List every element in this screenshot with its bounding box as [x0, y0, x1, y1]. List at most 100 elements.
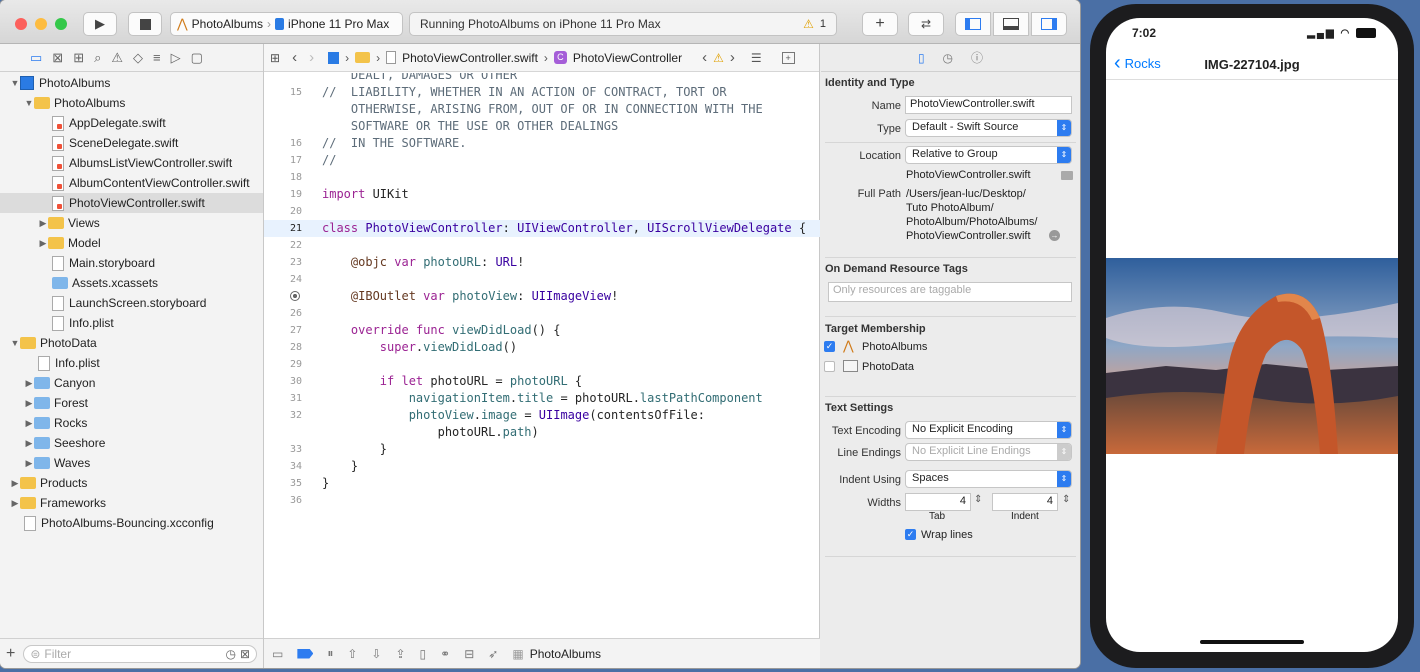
tree-item[interactable]: ▶ Products: [0, 473, 263, 493]
target-photodata-checkbox[interactable]: [824, 361, 835, 372]
disclosure-closed-icon[interactable]: ▶: [10, 478, 20, 489]
folder-icon[interactable]: [355, 52, 371, 63]
code-area[interactable]: DEALT, DAMAGES OR OTHER 15 // LIABILITY, W…: [264, 73, 820, 638]
disclosure-closed-icon[interactable]: ▶: [24, 378, 34, 389]
line-number[interactable]: 15: [264, 84, 302, 101]
folder-icon[interactable]: ▭: [30, 50, 42, 66]
jump-file[interactable]: PhotoViewController.swift: [402, 51, 538, 65]
file-icon[interactable]: ▯: [918, 51, 925, 65]
wrap-lines-checkbox[interactable]: ✓: [905, 529, 916, 540]
tree-item[interactable]: LaunchScreen.storyboard: [0, 293, 263, 313]
line-number[interactable]: 18: [264, 169, 302, 186]
tree-item[interactable]: ▶ Waves: [0, 453, 263, 473]
tree-item[interactable]: ▼ PhotoAlbums: [0, 73, 263, 93]
line-number[interactable]: 22: [264, 237, 302, 254]
outlet-connection-icon[interactable]: [290, 291, 300, 301]
environment-icon[interactable]: ⊟: [464, 647, 474, 661]
zoom-window-button[interactable]: [55, 18, 67, 30]
step-out-icon[interactable]: ⇪: [395, 647, 405, 661]
tree-item[interactable]: ▶ Views: [0, 213, 263, 233]
toggle-inspector-button[interactable]: [1031, 12, 1067, 36]
type-popup[interactable]: Default - Swift Source ⇕: [905, 119, 1072, 137]
add-icon[interactable]: +: [6, 645, 15, 663]
debug-target[interactable]: PhotoAlbums: [530, 647, 601, 661]
tree-item[interactable]: ▼ PhotoData: [0, 333, 263, 353]
line-number[interactable]: 32: [264, 407, 302, 424]
line-number[interactable]: 19: [264, 186, 302, 203]
disclosure-closed-icon[interactable]: ▶: [38, 238, 48, 249]
line-number[interactable]: 23: [264, 254, 302, 271]
line-number[interactable]: 36: [264, 492, 302, 509]
home-indicator[interactable]: [1200, 640, 1304, 644]
symbol-icon[interactable]: ⊞: [73, 50, 84, 66]
line-number[interactable]: 35: [264, 475, 302, 492]
line-number[interactable]: 30: [264, 373, 302, 390]
disclosure-closed-icon[interactable]: ▶: [10, 498, 20, 509]
name-field[interactable]: PhotoViewController.swift: [905, 96, 1072, 114]
recent-icon[interactable]: ◷: [225, 647, 235, 661]
next-issue-icon[interactable]: ›: [730, 49, 735, 66]
breakpoints-icon[interactable]: [297, 648, 314, 659]
source-control-icon[interactable]: ⊠: [52, 50, 63, 66]
issue-icon[interactable]: ⚠: [111, 50, 123, 66]
tree-item[interactable]: ▶ Frameworks: [0, 493, 263, 513]
tree-item[interactable]: Assets.xcassets: [0, 273, 263, 293]
prev-issue-icon[interactable]: ‹: [702, 49, 707, 66]
minimap-icon[interactable]: ☰: [751, 51, 762, 65]
tree-item[interactable]: PhotoViewController.swift: [0, 193, 263, 213]
minimize-window-button[interactable]: [35, 18, 47, 30]
warning-icon[interactable]: ⚠: [713, 51, 724, 65]
line-number[interactable]: 34: [264, 458, 302, 475]
add-editor-icon[interactable]: +: [781, 51, 795, 64]
line-number[interactable]: 26: [264, 305, 302, 322]
tree-item[interactable]: Main.storyboard: [0, 253, 263, 273]
line-number[interactable]: 28: [264, 339, 302, 356]
indent-using-popup[interactable]: Spaces ⇕: [905, 470, 1072, 488]
scheme-selector[interactable]: ⋀ PhotoAlbums › iPhone 11 Pro Max: [170, 12, 403, 36]
test-icon[interactable]: ◇: [133, 50, 143, 66]
stop-button[interactable]: [128, 12, 162, 36]
project-icon[interactable]: [328, 51, 340, 64]
photo-image[interactable]: [1106, 258, 1398, 454]
line-number[interactable]: 24: [264, 271, 302, 288]
line-endings-popup[interactable]: No Explicit Line Endings ⇕: [905, 443, 1072, 461]
line-number[interactable]: 27: [264, 322, 302, 339]
tab-width-field[interactable]: 4: [905, 493, 971, 511]
library-button[interactable]: +: [862, 12, 898, 36]
tree-item[interactable]: AppDelegate.swift: [0, 113, 263, 133]
tree-item[interactable]: Info.plist: [0, 353, 263, 373]
run-button[interactable]: ▶: [83, 12, 117, 36]
target-photoalbums-checkbox[interactable]: ✓: [824, 341, 835, 352]
toggle-debug-area-button[interactable]: [993, 12, 1029, 36]
reveal-in-finder-icon[interactable]: →: [1049, 230, 1060, 241]
help-icon[interactable]: ⓘ: [971, 49, 983, 66]
line-number[interactable]: 17: [264, 152, 302, 169]
search-icon[interactable]: ⌕: [94, 50, 101, 66]
line-number[interactable]: 21: [264, 220, 302, 237]
toggle-navigator-button[interactable]: [955, 12, 991, 36]
tree-item[interactable]: ▶ Model: [0, 233, 263, 253]
location-icon[interactable]: ➶: [488, 647, 498, 661]
tree-item[interactable]: AlbumsListViewController.swift: [0, 153, 263, 173]
line-number[interactable]: 16: [264, 135, 302, 152]
warning-icon[interactable]: ⚠: [803, 17, 814, 31]
tree-item[interactable]: SceneDelegate.swift: [0, 133, 263, 153]
step-over-icon[interactable]: ⇧: [347, 647, 357, 661]
disclosure-open-icon[interactable]: ▼: [10, 338, 20, 348]
jump-symbol[interactable]: PhotoViewController: [573, 51, 682, 65]
line-number[interactable]: 33: [264, 441, 302, 458]
back-icon[interactable]: ‹: [292, 49, 297, 66]
line-number[interactable]: 29: [264, 356, 302, 373]
disclosure-closed-icon[interactable]: ▶: [24, 458, 34, 469]
step-into-icon[interactable]: ⇩: [371, 647, 381, 661]
breakpoint-icon[interactable]: ▷: [171, 50, 181, 66]
view-debugger-icon[interactable]: ▯: [420, 647, 427, 661]
tree-item[interactable]: ▶ Forest: [0, 393, 263, 413]
pause-icon[interactable]: ⏸: [327, 646, 333, 661]
tree-item[interactable]: Info.plist: [0, 313, 263, 333]
history-icon[interactable]: ◷: [943, 51, 953, 65]
disclosure-closed-icon[interactable]: ▶: [24, 418, 34, 429]
disclosure-closed-icon[interactable]: ▶: [24, 438, 34, 449]
related-items-icon[interactable]: ⊞: [270, 51, 280, 65]
tree-item[interactable]: ▶ Seeshore: [0, 433, 263, 453]
